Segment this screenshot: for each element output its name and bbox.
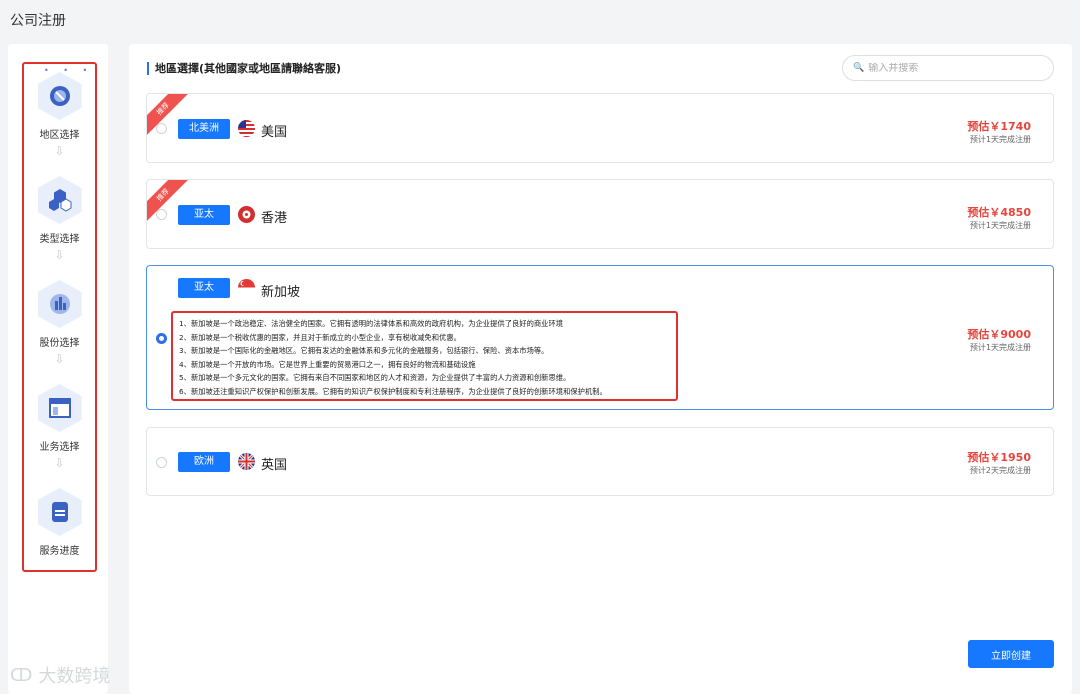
arrow-down-icon: ⇩ (54, 248, 65, 262)
search-icon: 🔍 (853, 63, 865, 73)
page-title: 公司注册 (10, 13, 66, 29)
step-type[interactable]: 类型选择 ⇩ (22, 176, 97, 261)
arrow-down-icon: ⇩ (54, 144, 65, 158)
country-name: 英国 (261, 458, 288, 473)
detail-line: 2、新加坡是一个税收优惠的国家，并且对于新成立的小型企业，享有税收减免和优惠。 (179, 332, 461, 342)
region-tag: 亚太 (178, 278, 230, 298)
section-title: 地區選擇(其他國家或地區請聯絡客服) (147, 62, 341, 75)
step-label: 地区选择 (39, 130, 80, 141)
eta: 预计1天完成注册 (969, 135, 1031, 144)
eta: 预计1天完成注册 (969, 343, 1031, 352)
step-progress[interactable]: 服务进度 (22, 488, 97, 557)
step-label: 类型选择 (39, 234, 80, 245)
country-card-singapore[interactable]: 亚太 新加坡 1、新加坡是一个政治稳定、法治健全的国家。它拥有透明的法律体系和高… (146, 265, 1054, 410)
country-name: 香港 (261, 211, 288, 226)
create-button[interactable]: 立即创建 (968, 640, 1054, 668)
country-details: 1、新加坡是一个政治稳定、法治健全的国家。它拥有透明的法律体系和高效的政府机构，… (171, 311, 678, 401)
step-region[interactable]: 地区选择 ⇩ (22, 72, 97, 157)
eta: 预计1天完成注册 (969, 221, 1031, 230)
detail-line: 4、新加坡是一个开放的市场。它是世界上重要的贸易港口之一，拥有良好的物流和基础设… (179, 359, 476, 369)
us-flag-icon (238, 120, 255, 137)
search-box[interactable]: 🔍 (842, 55, 1054, 81)
price: 预估￥1950 (967, 451, 1031, 464)
price: 预估￥4850 (967, 206, 1031, 219)
sg-flag-icon (238, 279, 255, 296)
layout-icon (38, 384, 82, 432)
eta: 预计2天完成注册 (969, 466, 1031, 475)
step-label: 业务选择 (39, 442, 80, 453)
radio-singapore[interactable] (156, 333, 167, 344)
detail-line: 6、新加坡还注重知识产权保护和创新发展。它拥有的知识产权保护制度和专利注册程序，… (179, 386, 607, 396)
arrow-down-icon: ⇩ (54, 456, 65, 470)
step-business[interactable]: 业务选择 ⇩ (22, 384, 97, 469)
search-input[interactable] (868, 62, 1029, 74)
radio-usa[interactable] (156, 123, 167, 134)
region-tag: 欧洲 (178, 452, 230, 472)
arrow-down-icon: ⇩ (54, 352, 65, 366)
detail-line: 3、新加坡是一个国际化的金融地区。它拥有发达的金融体系和多元化的金融服务，包括银… (179, 346, 549, 355)
price: 预估￥1740 (967, 120, 1031, 133)
price: 预估￥9000 (967, 328, 1031, 341)
step-shares[interactable]: 股份选择 ⇩ (22, 280, 97, 365)
uk-flag-icon (238, 453, 255, 470)
watermark-text: 大数跨境 (38, 666, 111, 687)
country-name: 新加坡 (261, 285, 301, 300)
step-label: 服务进度 (39, 546, 80, 557)
globe-icon (38, 72, 82, 120)
step-label: 股份选择 (39, 338, 80, 349)
detail-line: 5、新加坡是一个多元文化的国家。它拥有来自不同国家和地区的人才和资源，为企业提供… (179, 373, 571, 382)
watermark-logo-icon: ↀ (10, 664, 33, 686)
hk-flag-icon (238, 206, 255, 223)
radio-hongkong[interactable] (156, 209, 167, 220)
radio-uk[interactable] (156, 457, 167, 468)
bar-chart-icon (38, 280, 82, 328)
country-card-usa[interactable]: 推荐 北美洲 美国 预估￥1740 预计1天完成注册 (146, 93, 1054, 163)
country-card-uk[interactable]: 欧洲 英国 预估￥1950 预计2天完成注册 (146, 427, 1054, 496)
detail-line: 1、新加坡是一个政治稳定、法治健全的国家。它拥有透明的法律体系和高效的政府机构，… (179, 319, 564, 328)
country-card-hongkong[interactable]: 推荐 亚太 香港 预估￥4850 预计1天完成注册 (146, 179, 1054, 249)
hexagons-icon (38, 176, 82, 224)
region-tag: 亚太 (178, 205, 230, 225)
document-icon (38, 488, 82, 536)
watermark: ↀ 大数跨境 (10, 662, 110, 688)
region-tag: 北美洲 (178, 119, 230, 139)
country-name: 美国 (261, 125, 288, 140)
